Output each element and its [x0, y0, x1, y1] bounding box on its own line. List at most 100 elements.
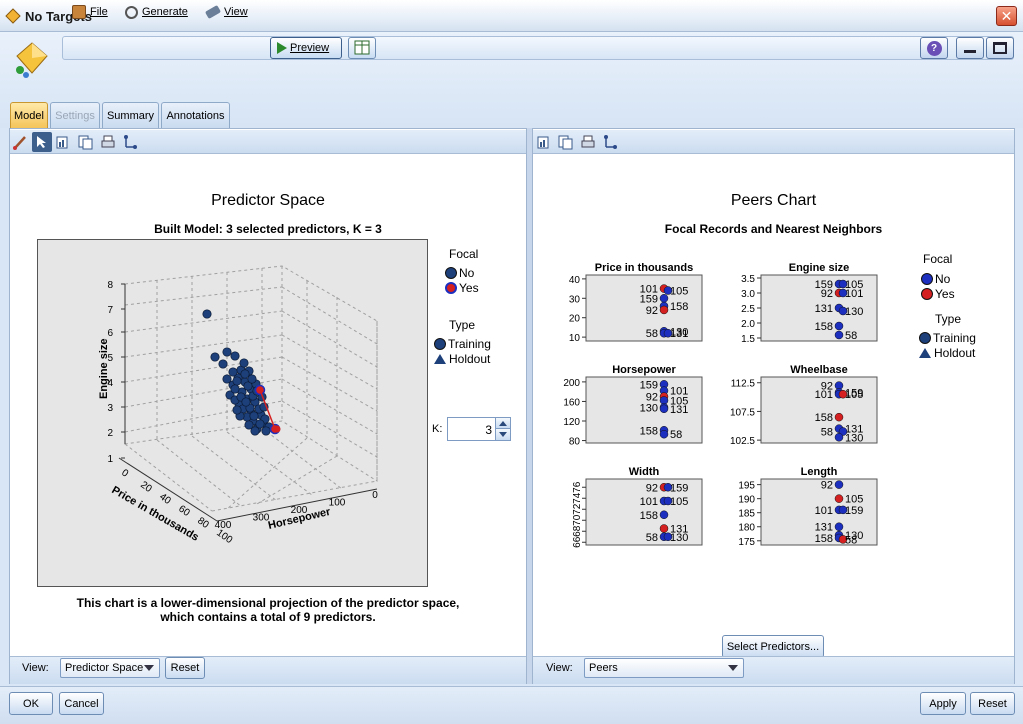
left-view-select[interactable]: Predictor Space	[60, 658, 160, 678]
minimize-button[interactable]	[956, 37, 984, 59]
legend-type-training: Training	[434, 337, 491, 351]
legend-type-holdout: Holdout	[919, 346, 975, 360]
copy-data-icon[interactable]	[558, 134, 574, 150]
preview-button[interactable]: Preview	[270, 37, 342, 59]
neighbor-point[interactable]	[659, 404, 669, 414]
z-tick-label: 7	[107, 305, 113, 316]
chevron-down-icon	[144, 665, 154, 671]
dialog-footer	[0, 686, 1023, 724]
legend-no-label: No	[459, 266, 475, 280]
z-tick-label: 2	[107, 428, 113, 439]
k-increment-icon[interactable]	[495, 418, 510, 429]
point-label: 130	[845, 432, 863, 444]
print-icon[interactable]	[100, 134, 116, 150]
apply-button[interactable]: Apply	[920, 692, 966, 715]
predictor-space-3d-plot[interactable]: 12345678 020406080100 4003002001000 Engi…	[37, 239, 428, 587]
copy-chart-icon[interactable]	[537, 134, 553, 150]
copy-chart-icon[interactable]	[56, 134, 72, 150]
subplot-tick-label: 195	[738, 481, 755, 492]
close-button[interactable]: ✕	[996, 6, 1017, 26]
tab-model[interactable]: Model	[10, 102, 48, 128]
node-link-icon[interactable]	[122, 134, 138, 150]
file-menu[interactable]: File	[72, 4, 108, 20]
table-export-button[interactable]	[348, 37, 376, 59]
subplot-tick-label: 1.5	[741, 334, 755, 345]
pointer-tool-icon[interactable]	[32, 132, 52, 152]
point-label: 130	[670, 532, 688, 544]
subplot-tick-label: 68	[572, 525, 583, 537]
neighbor-point[interactable]	[834, 433, 844, 442]
reset-button[interactable]: Reset	[970, 692, 1015, 715]
neighbor-point[interactable]	[834, 480, 844, 489]
point-label: 105	[845, 494, 863, 506]
node-link-icon[interactable]	[602, 134, 618, 150]
print-icon[interactable]	[580, 134, 596, 150]
tab-settings[interactable]: Settings	[50, 102, 100, 128]
point-label: 131	[815, 522, 833, 534]
ok-button[interactable]: OK	[9, 692, 53, 715]
help-button[interactable]: ?	[920, 37, 948, 59]
legend-no-label: No	[935, 272, 951, 286]
point-label: 131	[815, 303, 833, 315]
point-label: 58	[670, 429, 682, 441]
neighbor-point[interactable]	[834, 522, 844, 531]
neighbor-point[interactable]	[834, 321, 844, 331]
view-menu-label: View	[224, 6, 248, 18]
select-predictors-button[interactable]: Select Predictors...	[722, 635, 824, 658]
legend-yes-icon	[921, 288, 933, 300]
point-label: 101	[815, 389, 833, 401]
training-point	[210, 352, 220, 362]
training-point	[218, 359, 228, 369]
view-menu[interactable]: View	[204, 4, 248, 20]
point-label: 58	[646, 532, 658, 544]
reset-view-button[interactable]: Reset	[165, 657, 205, 679]
predictor-space-caption: This chart is a lower-dimensional projec…	[10, 596, 526, 624]
subplot-tick-label: 30	[569, 294, 581, 305]
right-view-value: Peers	[589, 662, 618, 674]
subplot-title: Width	[629, 466, 660, 478]
focal-record-point[interactable]	[659, 524, 669, 533]
z-tick-label: 1	[107, 454, 113, 465]
tab-summary[interactable]: Summary	[102, 102, 159, 128]
point-label: 92	[646, 482, 658, 494]
neighbor-point[interactable]	[659, 510, 669, 519]
k-value[interactable]: 3	[485, 423, 492, 437]
point-label: 92	[821, 480, 833, 492]
k-decrement-icon[interactable]	[495, 429, 510, 440]
cancel-button[interactable]: Cancel	[59, 692, 104, 715]
neighbor-point[interactable]	[659, 294, 669, 303]
neighbor-point[interactable]	[659, 429, 669, 439]
horsepower-tick-label: 400	[215, 520, 232, 531]
menu-bar	[62, 36, 1014, 60]
copy-data-icon[interactable]	[78, 134, 94, 150]
point-label: 159	[845, 505, 863, 517]
subplot-tick-label: 40	[569, 275, 581, 286]
point-label: 58	[845, 330, 857, 342]
peers-chart[interactable]: Price in thousands40302010101 10515915892…	[533, 250, 913, 560]
peers-chart-subtitle: Focal Records and Nearest Neighbors	[664, 222, 883, 236]
point-label: 131	[670, 328, 688, 340]
z-tick-label: 8	[107, 280, 113, 291]
subplot-tick-label: 180	[738, 523, 755, 534]
point-label: 159	[670, 482, 688, 494]
caption-line-1: This chart is a lower-dimensional projec…	[76, 596, 460, 610]
generate-menu-icon	[125, 5, 138, 19]
point-label: 105	[845, 389, 863, 401]
peers-subplot: Engine size3.53.02.52.01.5159 10592 101131…	[741, 262, 878, 345]
training-point	[255, 419, 265, 429]
right-view-select[interactable]: Peers	[584, 658, 744, 678]
legend-no-icon	[921, 273, 933, 285]
subplot-tick-label: 2.5	[741, 304, 755, 315]
generate-menu-label: Generate	[142, 6, 188, 18]
brush-icon[interactable]	[12, 134, 28, 150]
legend-focal-title: Focal	[449, 247, 479, 261]
focal-record-point[interactable]	[834, 412, 844, 422]
maximize-button[interactable]	[986, 37, 1014, 59]
subplot-tick-label: 107.5	[730, 407, 755, 418]
focal-record-point[interactable]	[659, 305, 669, 315]
neighbor-point[interactable]	[834, 330, 844, 340]
generate-menu[interactable]: Generate	[125, 4, 188, 20]
tab-annotations[interactable]: Annotations	[161, 102, 230, 128]
focal-record-point[interactable]	[834, 494, 844, 503]
k-spinner[interactable]: 3	[447, 417, 511, 441]
